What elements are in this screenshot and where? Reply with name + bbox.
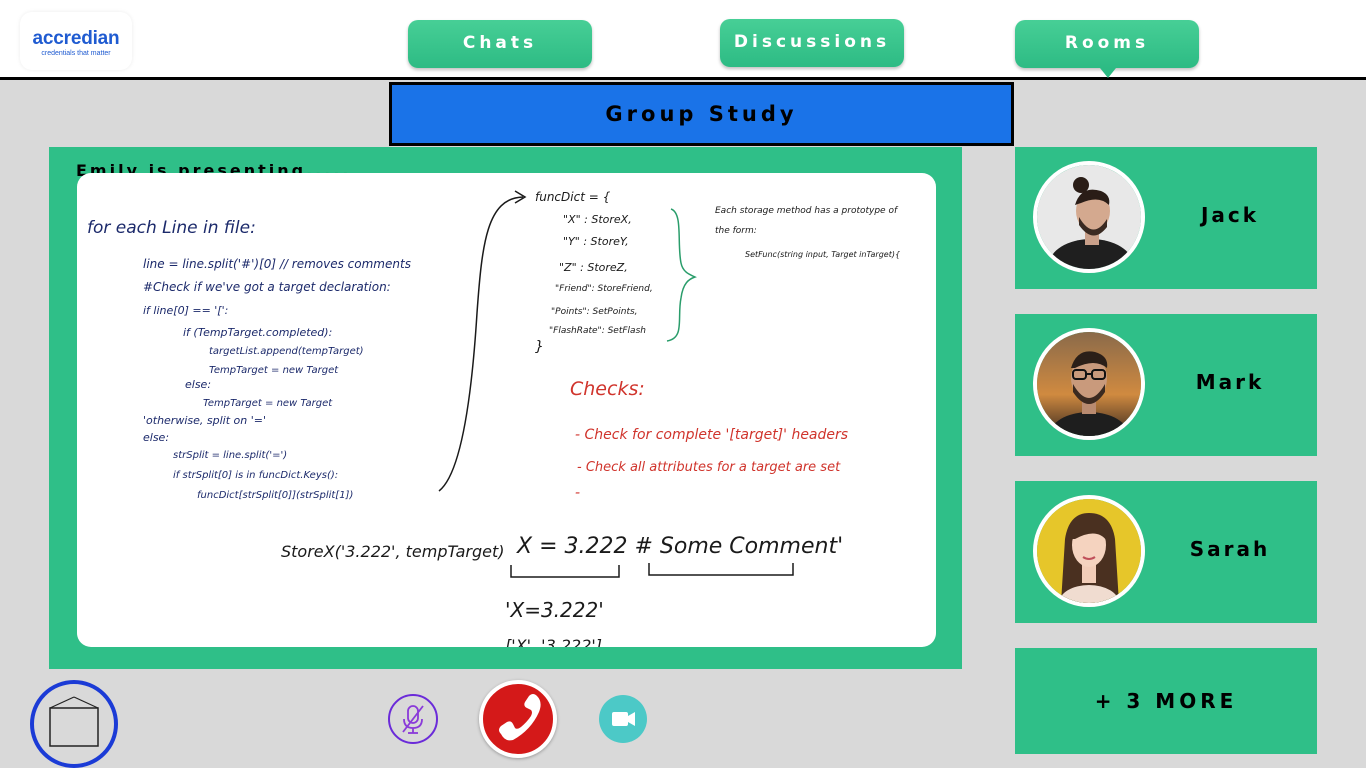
person-bun-beard-icon xyxy=(1037,165,1141,269)
video-camera-button[interactable] xyxy=(599,695,647,743)
check-item: - xyxy=(575,485,580,501)
person-long-hair-icon xyxy=(1037,499,1141,603)
nav-discussions-button[interactable]: Discussions xyxy=(720,19,904,67)
whiteboard-canvas: for each Line in file: line = line.split… xyxy=(87,190,900,647)
dict-line: "X" : StoreX, xyxy=(563,213,632,226)
note-line: SetFunc(string input, Target inTarget){ xyxy=(745,250,900,259)
room-title: Group Study xyxy=(389,82,1014,146)
participant-tile-mark[interactable]: Mark xyxy=(1015,314,1317,456)
phone-hangup-icon xyxy=(499,694,541,741)
note-line: the form: xyxy=(715,226,757,236)
whiteboard-icon xyxy=(49,696,99,747)
code-line: strSplit = line.split('=') xyxy=(173,450,287,461)
code-line: if strSplit[0] is in funcDict.Keys(): xyxy=(173,470,338,481)
code-line: for each Line in file: xyxy=(87,218,256,238)
check-item: - Check all attributes for a target are … xyxy=(577,460,841,475)
checks-title: Checks: xyxy=(570,378,645,400)
mute-microphone-button[interactable] xyxy=(388,694,438,744)
dict-line: "FlashRate": SetFlash xyxy=(549,326,646,336)
brand-name: accredian xyxy=(32,28,120,49)
more-participants-button[interactable]: + 3 MORE xyxy=(1015,648,1317,754)
nav-rooms-button[interactable]: Rooms xyxy=(1015,20,1199,68)
dict-line: } xyxy=(535,339,544,355)
code-line: else: xyxy=(185,378,211,391)
brace-mark xyxy=(666,208,697,342)
dict-line: "Z" : StoreZ, xyxy=(559,261,628,274)
underline-bracket xyxy=(510,565,620,578)
example-split: 'X=3.222' xyxy=(505,598,604,622)
code-line: TempTarget = new Target xyxy=(203,398,333,409)
code-line: else: xyxy=(143,431,169,444)
avatar xyxy=(1033,328,1145,440)
code-line: targetList.append(tempTarget) xyxy=(209,346,364,357)
dict-line: "Friend": StoreFriend, xyxy=(555,284,653,294)
code-line: #Check if we've got a target declaration… xyxy=(143,280,391,294)
check-item: - Check for complete '[target]' headers xyxy=(575,427,848,443)
code-line: funcDict[strSplit[0]](strSplit[1]) xyxy=(197,490,353,501)
code-line: if line[0] == '[': xyxy=(143,304,228,317)
video-camera-icon xyxy=(612,712,635,726)
code-line: 'otherwise, split on '=' xyxy=(143,414,266,427)
participant-tile-jack[interactable]: Jack xyxy=(1015,147,1317,289)
participant-name: Mark xyxy=(1195,370,1265,394)
code-line: line = line.split('#')[0] // removes com… xyxy=(143,257,411,271)
arrow-line xyxy=(438,196,524,492)
presentation-stage: Emily is presenting..... for each Line i… xyxy=(49,147,962,669)
participant-tile-sarah[interactable]: Sarah xyxy=(1015,481,1317,623)
nav-chats-button[interactable]: Chats xyxy=(408,20,592,68)
example-call: StoreX('3.222', tempTarget) xyxy=(281,542,504,561)
person-glasses-beard-icon xyxy=(1037,332,1141,436)
end-call-button[interactable] xyxy=(479,680,557,758)
dict-line: funcDict = { xyxy=(535,190,611,204)
microphone-muted-icon xyxy=(402,705,424,734)
example-bottom: ['X', '3.222'] xyxy=(505,636,602,647)
top-bar: accredian credentials that matter Chats … xyxy=(0,0,1366,80)
note-line: Each storage method has a prototype of xyxy=(715,206,899,216)
brand-tagline: credentials that matter xyxy=(41,50,111,57)
avatar xyxy=(1033,495,1145,607)
shared-whiteboard[interactable]: for each Line in file: line = line.split… xyxy=(77,173,936,647)
participant-name: Sarah xyxy=(1189,537,1271,561)
whiteboard-toggle-button[interactable] xyxy=(30,680,118,768)
participant-name: Jack xyxy=(1200,203,1260,227)
underline-bracket xyxy=(648,563,794,576)
example-line: X = 3.222 # Some Comment' xyxy=(516,534,843,559)
brand-logo[interactable]: accredian credentials that matter xyxy=(20,12,132,70)
dict-line: "Y" : StoreY, xyxy=(563,235,629,248)
avatar xyxy=(1033,161,1145,273)
dict-line: "Points": SetPoints, xyxy=(551,307,638,317)
code-line: TempTarget = new Target xyxy=(209,365,339,376)
active-tab-indicator xyxy=(1100,68,1116,78)
code-line: if (TempTarget.completed): xyxy=(183,326,332,339)
